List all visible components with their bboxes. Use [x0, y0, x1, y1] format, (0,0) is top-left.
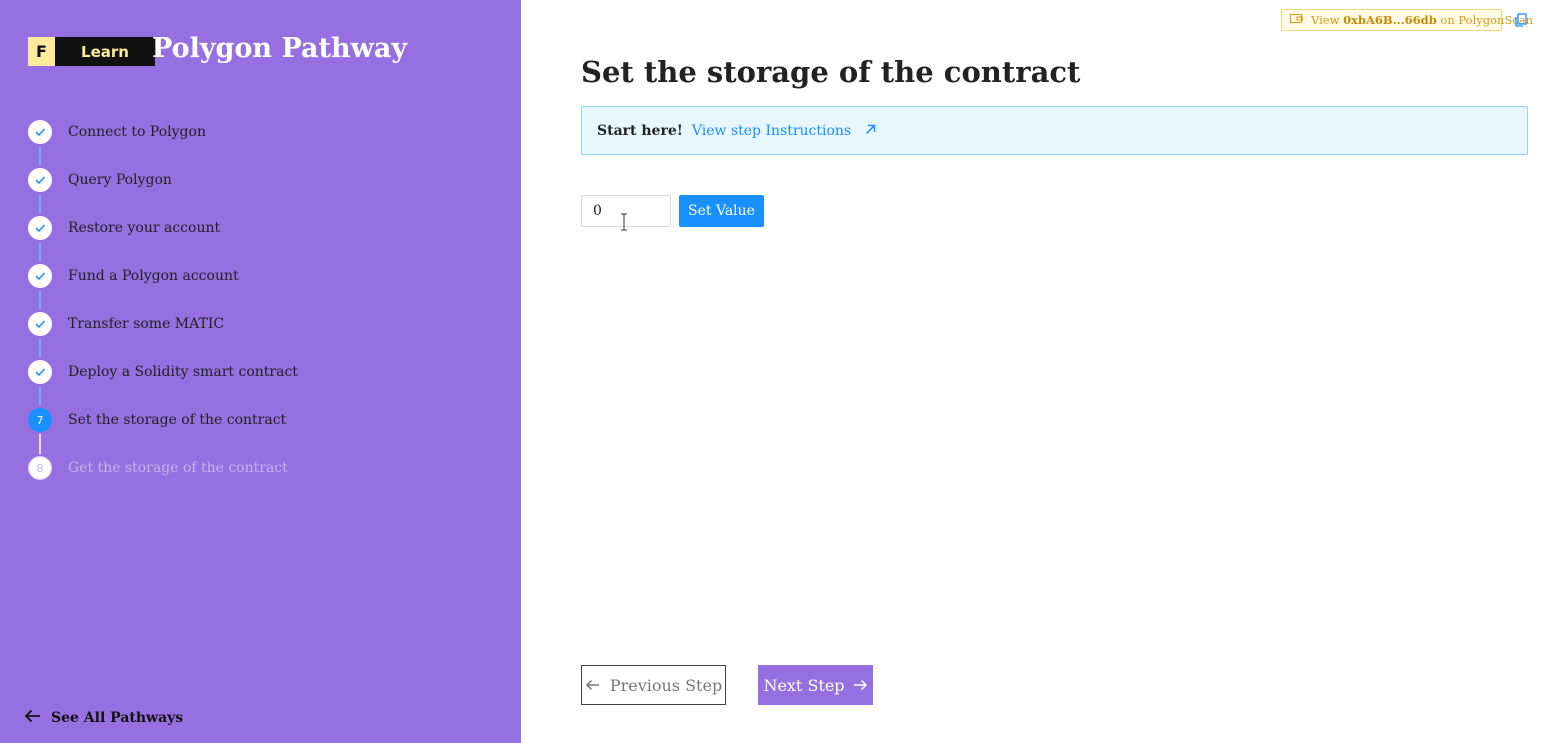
see-all-label: See All Pathways: [51, 710, 184, 726]
sidebar: F Learn Polygon Pathway Connect to Polyg…: [0, 0, 521, 743]
step-connector: [39, 386, 41, 406]
step-number-badge: 7: [28, 408, 52, 432]
logo-f-mark: F: [28, 37, 55, 66]
step-label: Restore your account: [68, 220, 221, 236]
step-label: Query Polygon: [68, 172, 172, 188]
step-connector: [39, 338, 41, 358]
step-item-pending[interactable]: 8 Get the storage of the contract: [28, 456, 498, 504]
step-number-badge: 8: [28, 456, 52, 480]
figment-learn-logo[interactable]: F Learn: [28, 37, 155, 66]
explorer-address: 0xbA6B...66db: [1343, 13, 1437, 27]
step-item[interactable]: Fund a Polygon account: [28, 264, 498, 312]
arrow-left-icon: [24, 709, 41, 727]
check-icon: [28, 216, 52, 240]
check-icon: [28, 120, 52, 144]
arrow-right-icon: [853, 676, 868, 695]
set-value-button[interactable]: Set Value: [679, 195, 764, 227]
text-cursor-icon: [619, 213, 629, 231]
step-label: Fund a Polygon account: [68, 268, 239, 284]
step-item-current[interactable]: 7 Set the storage of the contract: [28, 408, 498, 456]
explorer-text: View 0xbA6B...66db on PolygonScan: [1311, 13, 1533, 27]
check-icon: [28, 312, 52, 336]
step-connector: [39, 290, 41, 310]
next-step-button[interactable]: Next Step: [758, 665, 873, 705]
step-item[interactable]: Deploy a Solidity smart contract: [28, 360, 498, 408]
next-step-label: Next Step: [763, 675, 845, 695]
banner-start-text: Start here!: [597, 122, 683, 139]
external-link-icon: [865, 123, 876, 139]
previous-step-label: Previous Step: [609, 675, 723, 695]
explorer-view: View: [1311, 13, 1340, 27]
copy-icon[interactable]: [1514, 12, 1528, 27]
check-icon: [28, 168, 52, 192]
step-label: Set the storage of the contract: [68, 412, 287, 428]
step-connector: [39, 194, 41, 214]
step-connector: [39, 146, 41, 166]
step-label: Transfer some MATIC: [68, 316, 225, 332]
wallet-icon: [1290, 13, 1303, 27]
step-item[interactable]: Restore your account: [28, 216, 498, 264]
logo-learn-text: Learn: [55, 37, 155, 66]
step-label: Connect to Polygon: [68, 124, 206, 140]
step-label: Deploy a Solidity smart contract: [68, 364, 298, 380]
step-connector: [39, 242, 41, 262]
check-icon: [28, 264, 52, 288]
previous-step-button[interactable]: Previous Step: [581, 665, 726, 705]
page-title: Set the storage of the contract: [581, 55, 1081, 89]
step-item[interactable]: Transfer some MATIC: [28, 312, 498, 360]
see-all-pathways-link[interactable]: See All Pathways: [24, 709, 183, 727]
instructions-banner: Start here! View step Instructions: [581, 106, 1528, 155]
polygonscan-link[interactable]: View 0xbA6B...66db on PolygonScan: [1281, 9, 1533, 31]
step-item[interactable]: Connect to Polygon: [28, 120, 498, 168]
step-item[interactable]: Query Polygon: [28, 168, 498, 216]
pathway-title: Polygon Pathway: [152, 33, 408, 64]
step-list: Connect to Polygon Query Polygon Restore…: [28, 120, 498, 504]
view-instructions-link[interactable]: View step Instructions: [692, 123, 876, 139]
arrow-left-icon: [585, 676, 600, 695]
step-connector: [39, 434, 41, 454]
check-icon: [28, 360, 52, 384]
step-label: Get the storage of the contract: [68, 460, 288, 476]
view-instructions-label: View step Instructions: [691, 122, 852, 139]
